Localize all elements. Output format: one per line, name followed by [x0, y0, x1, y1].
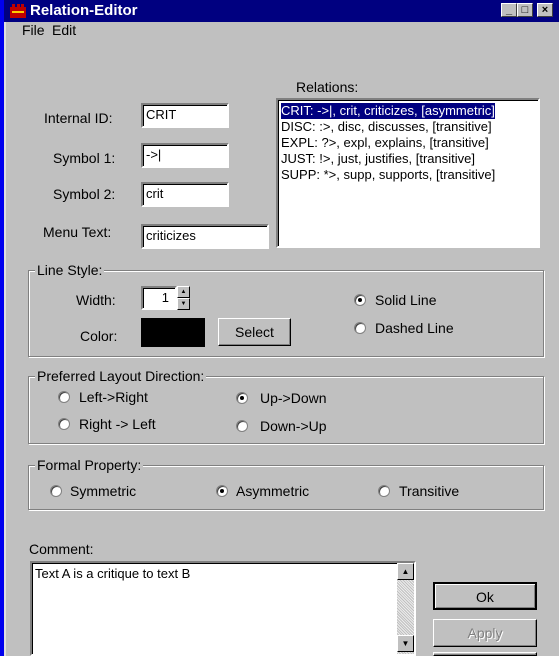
right-left-radio[interactable] [58, 418, 70, 430]
close-button[interactable]: × [537, 3, 553, 17]
asymmetric-radio[interactable] [216, 485, 228, 497]
scroll-down-icon[interactable]: ▼ [397, 635, 414, 652]
comment-textarea[interactable]: Text A is a critique to text B ▲ ▼ [30, 561, 416, 656]
list-item[interactable]: JUST: !>, just, justifies, [transitive] [281, 151, 475, 167]
select-color-button[interactable]: Select [218, 318, 291, 346]
solid-line-label: Solid Line [375, 292, 437, 308]
menu-edit[interactable]: Edit [52, 22, 76, 38]
partial-button[interactable] [433, 652, 537, 656]
spin-up-icon[interactable]: ▲ [177, 286, 190, 298]
symbol1-field[interactable]: ->| [141, 143, 229, 168]
maximize-button[interactable]: □ [517, 3, 533, 17]
symbol1-label: Symbol 1: [53, 150, 116, 166]
window-title: Relation-Editor [30, 2, 138, 19]
line-style-title: Line Style: [35, 262, 105, 278]
title-bar[interactable]: Relation-Editor _ □ × [4, 0, 559, 22]
list-item[interactable]: EXPL: ?>, expl, explains, [transitive] [281, 135, 489, 151]
formal-property-title: Formal Property: [35, 457, 144, 473]
scroll-up-icon[interactable]: ▲ [397, 563, 414, 580]
list-item[interactable]: SUPP: *>, supp, supports, [transitive] [281, 167, 495, 183]
transitive-label: Transitive [399, 483, 460, 499]
ok-button[interactable]: Ok [433, 582, 537, 610]
dashed-line-label: Dashed Line [375, 320, 454, 336]
apply-button[interactable]: Apply [433, 619, 537, 647]
layout-direction-title: Preferred Layout Direction: [35, 368, 207, 384]
width-spinner[interactable]: ▲ ▼ [177, 286, 190, 310]
comment-scrollbar[interactable]: ▲ ▼ [397, 563, 414, 654]
transitive-radio[interactable] [378, 485, 390, 497]
solid-line-radio[interactable] [354, 294, 366, 306]
symmetric-label: Symmetric [70, 483, 137, 499]
asymmetric-label: Asymmetric [236, 483, 310, 499]
up-down-label: Up->Down [260, 390, 327, 406]
list-item[interactable]: DISC: :>, disc, discusses, [transitive] [281, 119, 492, 135]
right-left-label: Right -> Left [79, 416, 156, 432]
comment-label: Comment: [29, 541, 94, 557]
comment-text: Text A is a critique to text B [35, 566, 191, 581]
up-down-radio[interactable] [236, 392, 248, 404]
internal-id-field[interactable]: CRIT [141, 103, 229, 128]
symmetric-radio[interactable] [50, 485, 62, 497]
width-label: Width: [76, 292, 116, 308]
relations-list[interactable]: CRIT: ->|, crit, criticizes, [asymmetric… [276, 98, 540, 248]
menu-text-label: Menu Text: [43, 224, 112, 240]
color-swatch [141, 318, 205, 347]
symbol2-label: Symbol 2: [53, 186, 116, 202]
menu-file[interactable]: File [22, 22, 45, 38]
spin-down-icon[interactable]: ▼ [177, 298, 190, 310]
menu-text-field[interactable]: criticizes [141, 224, 269, 249]
down-up-radio[interactable] [236, 420, 248, 432]
width-field[interactable]: 1 [141, 286, 177, 310]
color-label: Color: [80, 328, 118, 344]
down-up-label: Down->Up [260, 418, 327, 434]
left-right-label: Left->Right [79, 389, 148, 405]
relation-app-icon [10, 4, 26, 18]
symbol2-field[interactable]: crit [141, 182, 229, 207]
list-item[interactable]: CRIT: ->|, crit, criticizes, [asymmetric… [280, 102, 496, 120]
internal-id-label: Internal ID: [44, 110, 113, 126]
dashed-line-radio[interactable] [354, 322, 366, 334]
relations-label: Relations: [296, 79, 359, 95]
left-right-radio[interactable] [58, 391, 70, 403]
minimize-button[interactable]: _ [501, 3, 517, 17]
